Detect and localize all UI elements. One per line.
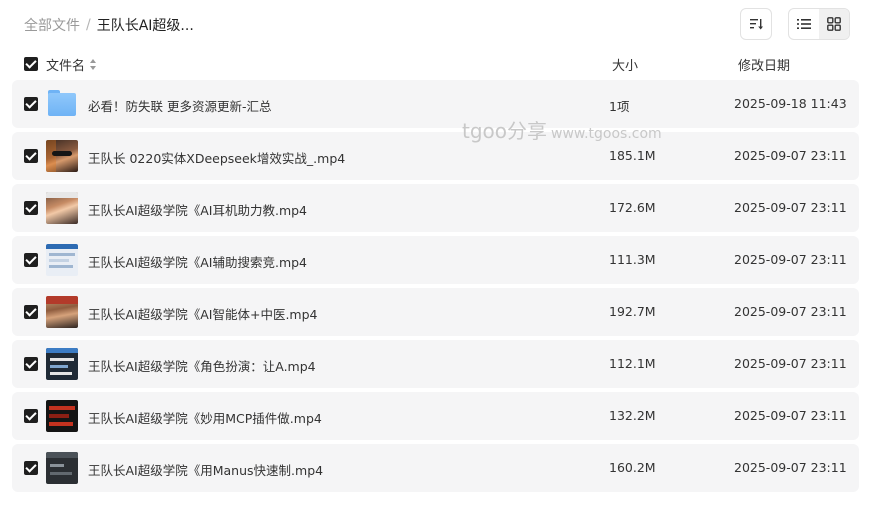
row-checkbox[interactable] (24, 149, 38, 163)
folder-icon (46, 88, 78, 120)
row-checkbox[interactable] (24, 357, 38, 371)
row-checkbox[interactable] (24, 97, 38, 111)
file-size: 160.2M (609, 460, 656, 475)
row-checkbox[interactable] (24, 409, 38, 423)
select-all-checkbox[interactable] (24, 57, 38, 71)
file-row[interactable]: 王队长AI超级学院《AI耳机助力教.mp4 172.6M 2025-09-07 … (12, 184, 859, 232)
row-checkbox[interactable] (24, 253, 38, 267)
file-row[interactable]: 王队长AI超级学院《妙用MCP插件做.mp4 132.2M 2025-09-07… (12, 392, 859, 440)
file-size: 132.2M (609, 408, 656, 423)
file-date: 2025-09-07 23:11 (734, 408, 847, 423)
file-name[interactable]: 必看！防失联 更多资源更新-汇总 (88, 96, 272, 115)
list-view-button[interactable] (789, 9, 819, 39)
file-row[interactable]: 王队长AI超级学院《AI智能体+中医.mp4 192.7M 2025-09-07… (12, 288, 859, 336)
file-name[interactable]: 王队长AI超级学院《AI智能体+中医.mp4 (88, 304, 318, 323)
file-row[interactable]: 必看！防失联 更多资源更新-汇总 1项 2025-09-18 11:43 (12, 80, 859, 128)
sort-arrows-icon (89, 58, 97, 71)
column-date-label[interactable]: 修改日期 (738, 55, 790, 74)
file-size: 112.1M (609, 356, 656, 371)
file-row[interactable]: 王队长 0220实体XDeepseek增效实战_.mp4 185.1M 2025… (12, 132, 859, 180)
column-name-sort[interactable]: 文件名 (46, 55, 97, 74)
file-date: 2025-09-07 23:11 (734, 304, 847, 319)
row-checkbox[interactable] (24, 201, 38, 215)
file-size: 192.7M (609, 304, 656, 319)
file-size: 185.1M (609, 148, 656, 163)
column-size-label[interactable]: 大小 (612, 55, 638, 74)
breadcrumb-root-link[interactable]: 全部文件 (24, 15, 80, 35)
file-name[interactable]: 王队长AI超级学院《用Manus快速制.mp4 (88, 460, 323, 479)
video-thumbnail (46, 296, 78, 328)
file-row[interactable]: 王队长AI超级学院《用Manus快速制.mp4 160.2M 2025-09-0… (12, 444, 859, 492)
grid-icon (827, 17, 841, 31)
file-date: 2025-09-07 23:11 (734, 200, 847, 215)
video-thumbnail (46, 452, 78, 484)
list-icon (797, 19, 811, 29)
video-thumbnail (46, 244, 78, 276)
file-size: 1项 (609, 99, 630, 114)
top-bar: 全部文件 / 王队长AI超级... (0, 0, 874, 48)
view-switch (788, 8, 850, 40)
breadcrumb-current: 王队长AI超级... (96, 18, 194, 34)
sort-icon (750, 19, 763, 30)
file-size: 172.6M (609, 200, 656, 215)
file-row[interactable]: 王队长AI超级学院《AI辅助搜索竞.mp4 111.3M 2025-09-07 … (12, 236, 859, 284)
file-date: 2025-09-07 23:11 (734, 148, 847, 163)
sort-button[interactable] (740, 8, 772, 40)
column-name-label: 文件名 (46, 59, 86, 74)
file-name[interactable]: 王队长AI超级学院《AI耳机助力教.mp4 (88, 200, 307, 219)
file-name[interactable]: 王队长AI超级学院《妙用MCP插件做.mp4 (88, 408, 322, 427)
file-date: 2025-09-07 23:11 (734, 460, 847, 475)
file-list: 必看！防失联 更多资源更新-汇总 1项 2025-09-18 11:43 王队长… (12, 80, 859, 496)
file-size: 111.3M (609, 252, 656, 267)
file-name[interactable]: 王队长AI超级学院《角色扮演：让A.mp4 (88, 356, 316, 375)
video-thumbnail (46, 400, 78, 432)
file-date: 2025-09-07 23:11 (734, 356, 847, 371)
grid-view-button[interactable] (819, 9, 849, 39)
video-thumbnail (46, 348, 78, 380)
video-thumbnail (46, 192, 78, 224)
column-header: 文件名 大小 修改日期 (0, 50, 874, 78)
file-date: 2025-09-07 23:11 (734, 252, 847, 267)
row-checkbox[interactable] (24, 461, 38, 475)
file-date: 2025-09-18 11:43 (734, 96, 847, 111)
breadcrumb: 全部文件 / 王队长AI超级... (24, 15, 194, 35)
breadcrumb-separator: / (86, 17, 91, 33)
row-checkbox[interactable] (24, 305, 38, 319)
file-name[interactable]: 王队长 0220实体XDeepseek增效实战_.mp4 (88, 148, 345, 167)
file-name[interactable]: 王队长AI超级学院《AI辅助搜索竞.mp4 (88, 252, 307, 271)
file-row[interactable]: 王队长AI超级学院《角色扮演：让A.mp4 112.1M 2025-09-07 … (12, 340, 859, 388)
video-thumbnail (46, 140, 78, 172)
